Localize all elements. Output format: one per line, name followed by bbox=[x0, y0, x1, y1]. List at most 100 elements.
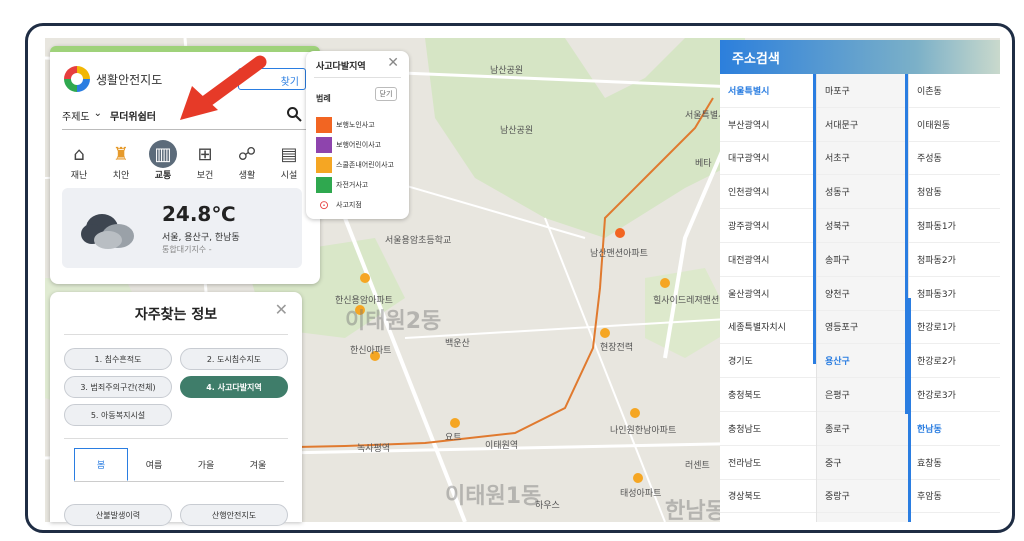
province-item[interactable]: 서울특별시 bbox=[720, 74, 816, 108]
category-label: 시설 bbox=[280, 171, 298, 181]
app-logo[interactable]: 생활안전지도 bbox=[64, 66, 162, 92]
close-icon[interactable]: ✕ bbox=[387, 55, 399, 71]
category-traffic[interactable]: ▥ 교통 bbox=[144, 140, 182, 181]
legend-swatch bbox=[316, 177, 332, 193]
district-item[interactable]: 영등포구 bbox=[817, 311, 908, 345]
dong-item[interactable]: 이태원동 bbox=[909, 108, 1000, 142]
tab-spring[interactable]: 봄 bbox=[74, 448, 128, 481]
province-list: 서울특별시 부산광역시 대구광역시 인천광역시 광주광역시 대전광역시 울산광역시 세종특별자… bbox=[720, 74, 816, 522]
district-list: 마포구 서대문구 서초구 성동구 성북구 송파구 양천구 영등포구 용산구 은평구 종로구 중구 중랑구 bbox=[816, 74, 908, 522]
chevron-down-icon: ⌄ bbox=[93, 108, 102, 119]
district-item[interactable]: 송파구 bbox=[817, 243, 908, 277]
tab-autumn[interactable]: 가을 bbox=[180, 448, 232, 481]
close-icon[interactable]: ✕ bbox=[275, 300, 288, 319]
divider bbox=[314, 77, 401, 78]
district-item[interactable]: 서초구 bbox=[817, 142, 908, 176]
dong-item[interactable]: 청암동 bbox=[909, 175, 1000, 210]
building-icon: ▤ bbox=[280, 143, 298, 165]
category-facility[interactable]: ▤ 시설 bbox=[270, 140, 308, 182]
info-pill[interactable]: 5. 아동복지시설 bbox=[64, 404, 172, 426]
district-item[interactable]: 마포구 bbox=[817, 74, 908, 108]
map-label: 남산공원 bbox=[500, 126, 534, 136]
province-item[interactable]: 전라남도 bbox=[720, 446, 816, 480]
category-label: 교통 bbox=[154, 171, 172, 181]
logo-icon bbox=[64, 66, 90, 92]
weather-location: 서울, 용산구, 한남동 bbox=[162, 233, 240, 243]
district-item[interactable]: 양천구 bbox=[817, 277, 908, 311]
dong-item[interactable]: 한남동 bbox=[909, 412, 1000, 446]
province-item[interactable]: 경기도 bbox=[720, 344, 816, 379]
dong-item[interactable]: 이촌동 bbox=[909, 74, 1000, 108]
dong-item[interactable]: 청파동1가 bbox=[909, 209, 1000, 243]
dong-item[interactable]: 청파동3가 bbox=[909, 277, 1000, 311]
tab-summer[interactable]: 여름 bbox=[128, 448, 180, 481]
district-item[interactable]: 중랑구 bbox=[817, 480, 908, 514]
legend-close-button[interactable]: 닫기 bbox=[375, 87, 397, 101]
district-item[interactable]: 용산구 bbox=[817, 344, 908, 379]
annotation-arrow bbox=[180, 55, 267, 120]
map-pin-icon: ⊙ bbox=[318, 198, 330, 212]
province-item[interactable]: 울산광역시 bbox=[720, 277, 816, 311]
map-label: 현장전력 bbox=[600, 343, 634, 353]
temperature: 24.8℃ bbox=[162, 202, 236, 226]
category-security[interactable]: ♜ 치안 bbox=[102, 140, 140, 182]
province-item[interactable]: 대전광역시 bbox=[720, 243, 816, 277]
legend-item: 자전거사고 bbox=[316, 177, 368, 193]
province-scrollbar[interactable] bbox=[813, 74, 816, 364]
province-item[interactable]: 충청북도 bbox=[720, 378, 816, 412]
map-label: 한신아파트 bbox=[350, 346, 392, 356]
screenshot-frame: 남산공원 남산공원 서울특별시 베타 서울용암초등학교 남산맨션아파트 힐사이드… bbox=[25, 23, 1015, 533]
siren-icon: ♜ bbox=[112, 143, 130, 165]
info-pill[interactable]: 산불발생이력 bbox=[64, 504, 172, 526]
dong-item[interactable]: 주성동 bbox=[909, 142, 1000, 176]
district-item[interactable]: 성북구 bbox=[817, 209, 908, 243]
dong-item[interactable]: 청파동2가 bbox=[909, 243, 1000, 277]
map-label: 백운산 bbox=[445, 339, 470, 349]
info-pill[interactable]: 3. 범죄주의구간(전체) bbox=[64, 376, 172, 398]
category-disaster[interactable]: ⌂ 재난 bbox=[60, 140, 98, 182]
province-item[interactable]: 충청남도 bbox=[720, 412, 816, 446]
province-item[interactable]: 세종특별자치시 bbox=[720, 311, 816, 345]
legend-panel: 사고다발지역 ✕ 범례 닫기 보행노인사고 보행어린이사고 스쿨존내어린이사고 … bbox=[306, 51, 409, 219]
dong-item[interactable]: 한강로1가 bbox=[909, 311, 1000, 345]
address-search-panel: 주소검색 서울특별시 부산광역시 대구광역시 인천광역시 광주광역시 대전광역시 울산광역시… bbox=[720, 40, 1000, 522]
tab-winter[interactable]: 겨울 bbox=[232, 448, 284, 481]
legend-swatch bbox=[316, 117, 332, 133]
search-category-label: 주제도 bbox=[62, 112, 90, 123]
legend-item: 보행노인사고 bbox=[316, 117, 375, 133]
divider bbox=[64, 438, 288, 439]
province-item[interactable]: 대구광역시 bbox=[720, 142, 816, 176]
province-item[interactable]: 인천광역시 bbox=[720, 175, 816, 210]
frequent-info-title: 자주찾는 정보 bbox=[134, 307, 218, 323]
district-item[interactable]: 중구 bbox=[817, 446, 908, 480]
dong-item[interactable]: 한강로2가 bbox=[909, 344, 1000, 379]
dong-item[interactable]: 후암동 bbox=[909, 480, 1000, 514]
legend-label: 사고지점 bbox=[336, 201, 362, 209]
search-icon[interactable] bbox=[286, 106, 306, 126]
category-living[interactable]: ☍ 생활 bbox=[228, 140, 266, 182]
district-item[interactable]: 종로구 bbox=[817, 412, 908, 446]
legend-swatch bbox=[316, 137, 332, 153]
province-item[interactable]: 부산광역시 bbox=[720, 108, 816, 142]
info-pill[interactable]: 1. 침수흔적도 bbox=[64, 348, 172, 370]
category-label: 보건 bbox=[196, 171, 214, 181]
dong-scrollbar[interactable] bbox=[908, 298, 911, 522]
district-item[interactable]: 성동구 bbox=[817, 175, 908, 210]
house-icon: ⌂ bbox=[73, 143, 85, 165]
province-item[interactable]: 광주광역시 bbox=[720, 209, 816, 243]
dong-item[interactable]: 효창동 bbox=[909, 446, 1000, 480]
category-health[interactable]: ⊞ 보건 bbox=[186, 140, 224, 182]
info-pill[interactable]: 산행안전지도 bbox=[180, 504, 288, 526]
weather-card: 24.8℃ 서울, 용산구, 한남동 통합대기지수 - bbox=[62, 188, 302, 268]
province-item[interactable]: 경상북도 bbox=[720, 480, 816, 514]
info-pill[interactable]: 2. 도시침수지도 bbox=[180, 348, 288, 370]
dong-item[interactable]: 한강로3가 bbox=[909, 378, 1000, 412]
search-category-select[interactable]: 주제도 ⌄ bbox=[62, 108, 110, 123]
map-label: 태성아파트 bbox=[620, 489, 662, 499]
info-pill-active[interactable]: 4. 사고다발지역 bbox=[180, 376, 288, 398]
map-label: 나인원한남아파트 bbox=[610, 426, 677, 436]
hiker-icon: ☍ bbox=[237, 143, 257, 165]
legend-item: 보행어린이사고 bbox=[316, 137, 381, 153]
district-item[interactable]: 서대문구 bbox=[817, 108, 908, 142]
district-item[interactable]: 은평구 bbox=[817, 378, 908, 412]
